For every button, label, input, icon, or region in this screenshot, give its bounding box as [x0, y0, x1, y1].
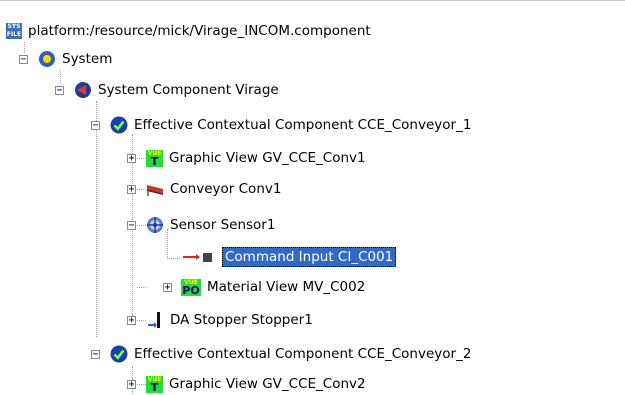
tree-item-cce-conveyor-2[interactable]: Effective Contextual Component CCE_Conve…	[110, 343, 474, 365]
tree-line	[137, 287, 146, 288]
expand-toggle[interactable]: +	[163, 283, 172, 293]
tree-item-stopper[interactable]: DA Stopper Stopper1	[146, 309, 316, 331]
tree-item-label: Sensor Sensor1	[170, 217, 276, 233]
command-input-icon	[181, 248, 219, 266]
collapse-toggle[interactable]: −	[91, 350, 100, 360]
sensor-icon	[146, 216, 164, 234]
tree-line	[137, 189, 146, 190]
tree-line	[137, 225, 146, 226]
tree-item-label: Graphic View GV_CCE_Conv2	[169, 376, 366, 392]
tree-item-label: System Component Virage	[98, 82, 279, 98]
tree-item-sensor[interactable]: Sensor Sensor1	[146, 214, 278, 236]
conveyor-icon	[146, 180, 164, 198]
collapse-toggle[interactable]: −	[127, 221, 136, 231]
tree-item-command-input[interactable]: Command Input CI_C001	[181, 246, 397, 268]
tree-item-conveyor[interactable]: Conveyor Conv1	[146, 178, 284, 200]
tree-root-item[interactable]: SYS FILE platform:/resource/mick/Virage_…	[6, 20, 374, 42]
check-icon	[110, 345, 128, 363]
vue-po-icon: VUE PO	[181, 278, 201, 297]
expand-toggle[interactable]: +	[127, 380, 136, 390]
expand-toggle[interactable]: +	[127, 154, 136, 164]
system-icon	[38, 50, 56, 68]
tree-item-label: System	[62, 51, 113, 67]
vue-t-icon: VUE T	[146, 149, 163, 168]
tree-item-material-view[interactable]: VUE PO Material View MV_C002	[181, 276, 368, 298]
collapse-toggle[interactable]: −	[55, 86, 64, 96]
tree-item-label: Effective Contextual Component CCE_Conve…	[134, 346, 472, 362]
tree-item-label: DA Stopper Stopper1	[170, 312, 313, 328]
component-tree[interactable]: SYS FILE platform:/resource/mick/Virage_…	[0, 0, 625, 394]
tree-item-cce-conveyor-1[interactable]: Effective Contextual Component CCE_Conve…	[110, 114, 474, 136]
tree-item-graphic-view-2[interactable]: VUE T Graphic View GV_CCE_Conv2	[146, 373, 369, 395]
vue-t-icon: VUE T	[146, 375, 163, 394]
top-border	[0, 0, 625, 1]
collapse-toggle[interactable]: −	[91, 121, 100, 131]
collapse-toggle[interactable]: −	[19, 55, 28, 65]
tree-item-label: Command Input CI_C001	[222, 247, 397, 267]
tree-line	[96, 101, 97, 337]
sys-file-icon: SYS FILE	[6, 23, 22, 39]
tree-line	[137, 158, 146, 159]
tree-item-label: Material View MV_C002	[207, 279, 366, 295]
tree-line	[60, 70, 61, 83]
tree-item-label: platform:/resource/mick/Virage_INCOM.com…	[28, 23, 371, 39]
tree-line	[137, 320, 146, 321]
stopper-icon	[146, 311, 164, 329]
tree-line	[167, 258, 180, 259]
tree-line	[137, 384, 146, 385]
tree-line	[24, 42, 25, 53]
tree-item-label: Effective Contextual Component CCE_Conve…	[134, 117, 472, 133]
tree-item-label: Conveyor Conv1	[170, 181, 282, 197]
tree-item-component[interactable]: System Component Virage	[74, 79, 282, 101]
component-icon	[74, 81, 92, 99]
expand-toggle[interactable]: +	[127, 316, 136, 326]
check-icon	[110, 116, 128, 134]
tree-item-label: Graphic View GV_CCE_Conv1	[169, 150, 366, 166]
expand-toggle[interactable]: +	[127, 185, 136, 195]
tree-item-graphic-view-1[interactable]: VUE T Graphic View GV_CCE_Conv1	[146, 147, 369, 169]
tree-item-system[interactable]: System	[38, 48, 115, 70]
